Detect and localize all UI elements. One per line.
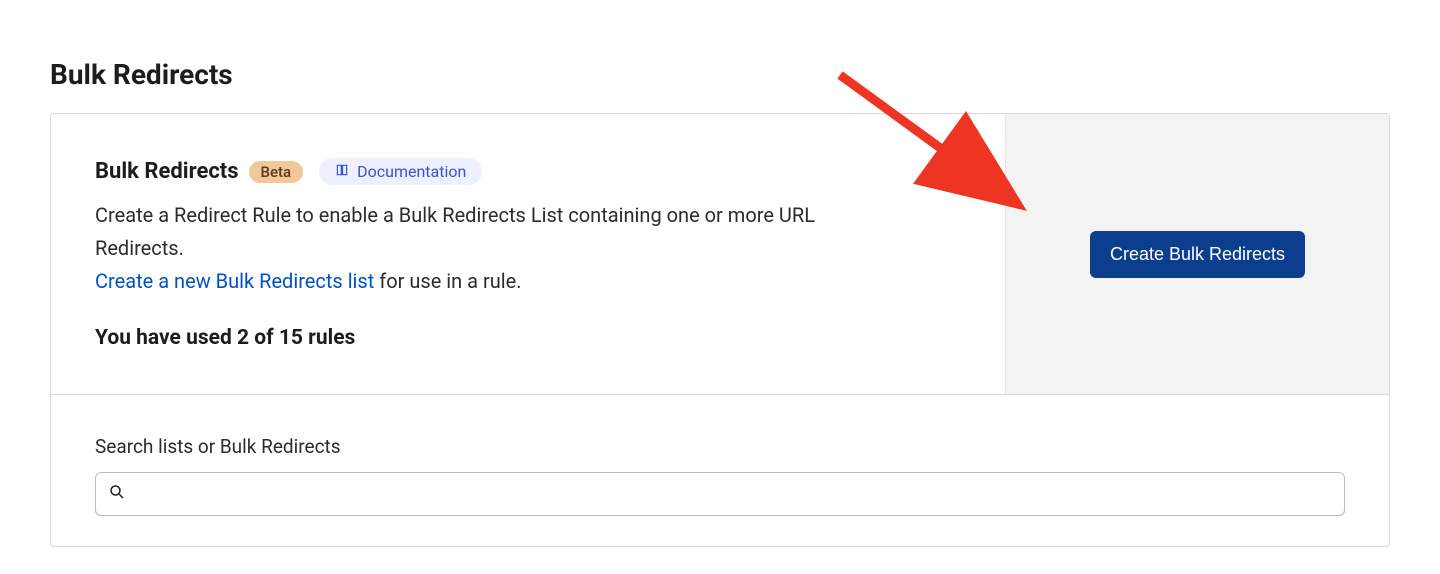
search-label: Search lists or Bulk Redirects — [95, 435, 1345, 458]
card-info-section: Bulk Redirects Beta Documentation Create… — [51, 114, 1005, 394]
card-header-row: Bulk Redirects Beta Documentation Create… — [51, 114, 1389, 395]
documentation-label: Documentation — [357, 162, 466, 181]
usage-text: You have used 2 of 15 rules — [95, 326, 961, 350]
page-title: Bulk Redirects — [0, 0, 1440, 91]
search-input-wrapper[interactable] — [95, 472, 1345, 516]
create-list-link[interactable]: Create a new Bulk Redirects list — [95, 269, 374, 293]
section-header: Bulk Redirects Beta Documentation — [95, 158, 961, 185]
documentation-link[interactable]: Documentation — [319, 158, 482, 185]
description-text: Create a Redirect Rule to enable a Bulk … — [95, 203, 815, 260]
section-title: Bulk Redirects — [95, 159, 239, 184]
bulk-redirects-card: Bulk Redirects Beta Documentation Create… — [50, 113, 1390, 547]
card-action-section: Create Bulk Redirects — [1005, 114, 1389, 394]
description-after-link: for use in a rule. — [374, 269, 521, 293]
search-section: Search lists or Bulk Redirects — [51, 395, 1389, 546]
card-description: Create a Redirect Rule to enable a Bulk … — [95, 199, 865, 298]
book-icon — [335, 162, 349, 181]
search-input[interactable] — [134, 485, 1332, 503]
create-bulk-redirects-button[interactable]: Create Bulk Redirects — [1090, 231, 1305, 278]
search-icon — [108, 483, 134, 505]
beta-badge: Beta — [249, 161, 304, 183]
